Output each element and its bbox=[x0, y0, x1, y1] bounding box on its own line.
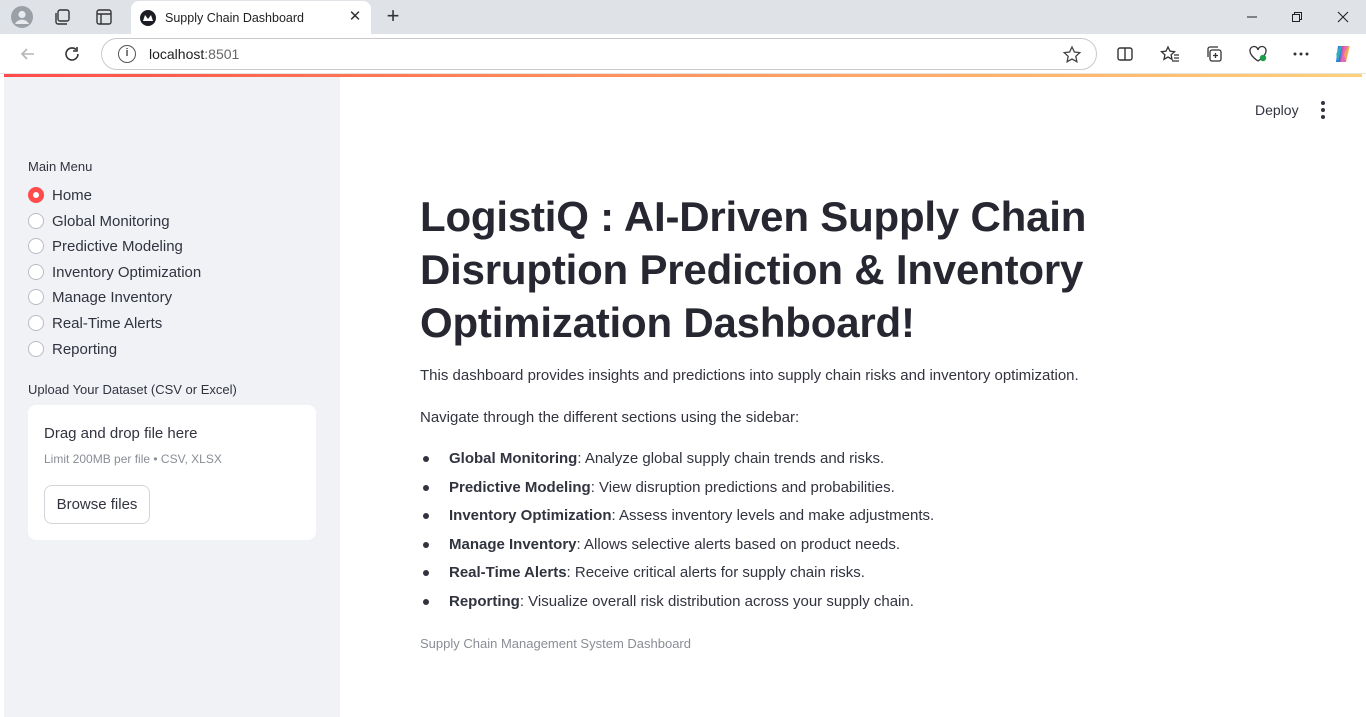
section-desc: : Visualize overall risk distribution ac… bbox=[519, 592, 914, 610]
favorites-icon[interactable] bbox=[1158, 42, 1182, 66]
minimize-icon[interactable] bbox=[1229, 4, 1275, 30]
page-title: LogistiQ : AI-Driven Supply Chain Disrup… bbox=[420, 193, 1087, 346]
section-name: Manage Inventory bbox=[449, 535, 577, 553]
radio-icon[interactable] bbox=[28, 341, 44, 357]
section-desc: : Assess inventory levels and make adjus… bbox=[611, 507, 935, 525]
browser-toolbar: i localhost:8501 bbox=[0, 34, 1366, 74]
sidebar-item-reporting[interactable]: Reporting bbox=[28, 338, 117, 360]
workspaces-icon[interactable] bbox=[50, 5, 74, 29]
list-item: Predictive Modeling: View disruption pre… bbox=[420, 478, 934, 507]
section-name: Global Monitoring bbox=[449, 450, 578, 467]
sidebar-item-label: Inventory Optimization bbox=[52, 263, 202, 281]
close-tab-icon[interactable]: ✕ bbox=[347, 9, 363, 25]
browser-essentials-icon[interactable] bbox=[1246, 42, 1270, 66]
list-item: Reporting: Visualize overall risk distri… bbox=[420, 592, 934, 621]
radio-icon[interactable] bbox=[28, 213, 44, 229]
sidebar-item-label: Manage Inventory bbox=[52, 288, 173, 306]
back-icon[interactable] bbox=[16, 42, 40, 66]
url-text: localhost:8501 bbox=[149, 46, 240, 62]
section-name: Real-Time Alerts bbox=[449, 564, 567, 582]
main-content: Deploy LogistiQ : AI-Driven Supply Chain… bbox=[340, 77, 1366, 717]
sidebar-item-predictive-modeling[interactable]: Predictive Modeling bbox=[28, 235, 183, 257]
section-desc: : Receive critical alerts for supply cha… bbox=[566, 564, 865, 582]
radio-icon[interactable] bbox=[28, 264, 44, 280]
radio-icon[interactable] bbox=[28, 289, 44, 305]
close-window-icon[interactable] bbox=[1320, 4, 1366, 30]
section-list: Global Monitoring: Analyze global supply… bbox=[420, 449, 934, 621]
favorite-star-icon[interactable] bbox=[1062, 45, 1082, 65]
upload-dataset-label: Upload Your Dataset (CSV or Excel) bbox=[28, 382, 237, 397]
radio-icon[interactable] bbox=[28, 315, 44, 331]
list-item: Inventory Optimization: Assess inventory… bbox=[420, 506, 934, 535]
browser-tab-bar: Supply Chain Dashboard ✕ + bbox=[0, 0, 1366, 34]
copilot-icon[interactable] bbox=[1331, 42, 1355, 66]
sidebar: Main Menu Home Global Monitoring Predict… bbox=[4, 77, 340, 717]
more-options-icon[interactable] bbox=[1289, 42, 1313, 66]
split-screen-icon[interactable] bbox=[1113, 42, 1137, 66]
collections-icon[interactable] bbox=[1202, 42, 1226, 66]
list-item: Global Monitoring: Analyze global supply… bbox=[420, 449, 934, 478]
main-menu-label: Main Menu bbox=[28, 159, 93, 174]
section-name: Inventory Optimization bbox=[449, 507, 612, 525]
streamlit-favicon-icon bbox=[140, 9, 156, 26]
tab-supply-chain-dashboard[interactable]: Supply Chain Dashboard ✕ bbox=[131, 1, 371, 34]
sidebar-item-manage-inventory[interactable]: Manage Inventory bbox=[28, 286, 172, 308]
address-bar[interactable]: i localhost:8501 bbox=[101, 38, 1097, 70]
sidebar-item-real-time-alerts[interactable]: Real-Time Alerts bbox=[28, 312, 162, 334]
refresh-icon[interactable] bbox=[60, 42, 84, 66]
section-desc: : Allows selective alerts based on produ… bbox=[576, 535, 901, 553]
file-dropzone[interactable]: Drag and drop file here Limit 200MB per … bbox=[28, 405, 316, 540]
list-item: Real-Time Alerts: Receive critical alert… bbox=[420, 563, 934, 592]
dropzone-title: Drag and drop file here bbox=[44, 425, 198, 442]
sidebar-item-label: Home bbox=[52, 186, 93, 204]
sidebar-item-inventory-optimization[interactable]: Inventory Optimization bbox=[28, 261, 201, 283]
navigate-text: Navigate through the different sections … bbox=[420, 409, 800, 426]
browse-files-button[interactable]: Browse files bbox=[44, 485, 150, 524]
section-name: Predictive Modeling bbox=[449, 478, 591, 496]
intro-text: This dashboard provides insights and pre… bbox=[420, 367, 1079, 384]
sidebar-item-label: Predictive Modeling bbox=[52, 237, 183, 255]
section-desc: : Analyze global supply chain trends and… bbox=[577, 450, 885, 467]
radio-icon[interactable] bbox=[28, 238, 44, 254]
deploy-button[interactable]: Deploy bbox=[1255, 102, 1299, 118]
section-desc: : View disruption predictions and probab… bbox=[590, 478, 895, 496]
site-info-icon[interactable]: i bbox=[118, 45, 136, 63]
sidebar-item-label: Global Monitoring bbox=[52, 212, 170, 230]
sidebar-item-global-monitoring[interactable]: Global Monitoring bbox=[28, 210, 170, 232]
list-item: Manage Inventory: Allows selective alert… bbox=[420, 535, 934, 564]
app-menu-icon[interactable] bbox=[1315, 99, 1331, 121]
sidebar-item-home[interactable]: Home bbox=[28, 184, 92, 206]
section-name: Reporting bbox=[449, 592, 520, 610]
new-tab-icon[interactable]: + bbox=[381, 5, 405, 29]
radio-selected-icon[interactable] bbox=[28, 187, 44, 203]
dropzone-limit-text: Limit 200MB per file • CSV, XLSX bbox=[44, 452, 222, 466]
sidebar-item-label: Real-Time Alerts bbox=[52, 314, 163, 332]
sidebar-item-label: Reporting bbox=[52, 340, 118, 358]
tab-actions-icon[interactable] bbox=[92, 5, 116, 29]
profile-icon[interactable] bbox=[10, 5, 34, 29]
restore-icon[interactable] bbox=[1274, 4, 1320, 30]
tab-title: Supply Chain Dashboard bbox=[165, 10, 304, 25]
footer-caption: Supply Chain Management System Dashboard bbox=[420, 636, 691, 651]
